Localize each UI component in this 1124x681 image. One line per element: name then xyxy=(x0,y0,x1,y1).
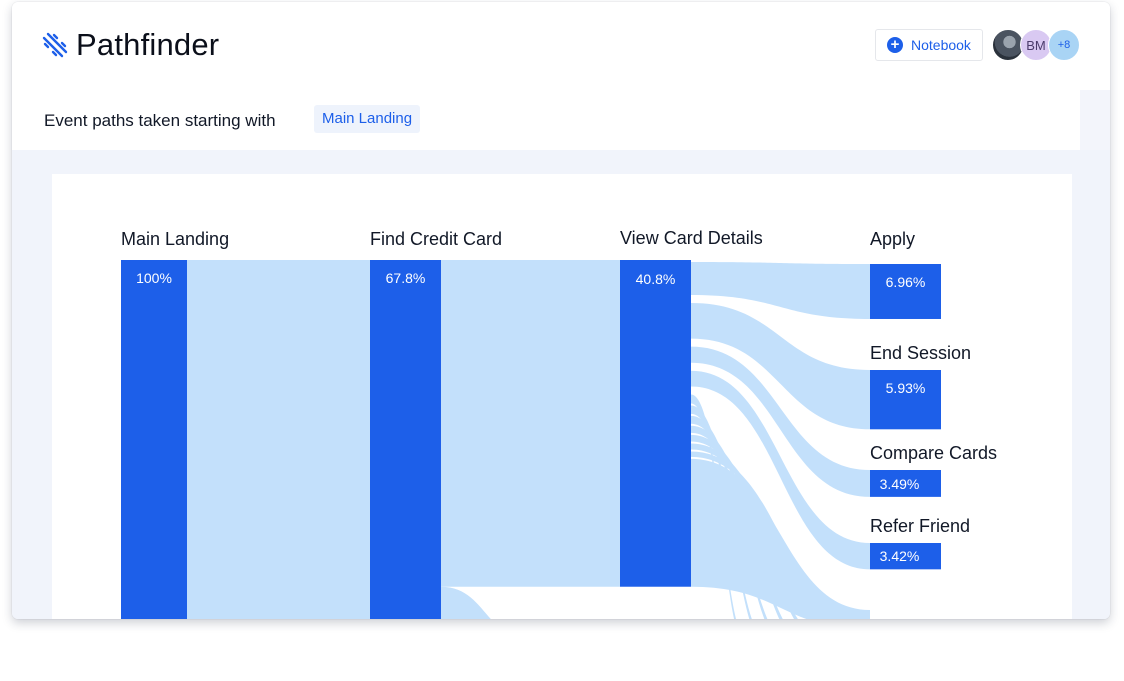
query-subtitle: Event paths taken starting with xyxy=(44,111,276,130)
outcome-pct-refer-friend: 3.42% xyxy=(879,548,920,564)
outcome-title-refer-friend: Refer Friend xyxy=(870,516,971,536)
sankey-panel: Main Landing Find Credit Card View Card … xyxy=(52,174,1072,619)
step-pct-find-credit-card: 67.8% xyxy=(385,270,426,286)
flow-find-dropoff[interactable] xyxy=(441,586,530,619)
step-title-find-credit-card: Find Credit Card xyxy=(370,229,503,249)
header-edge xyxy=(1080,90,1110,150)
pathfinder-logo-icon xyxy=(42,32,68,58)
notebook-button-label: Notebook xyxy=(911,37,971,53)
outcome-node[interactable] xyxy=(870,370,941,430)
step-pct-main-landing: 100% xyxy=(136,270,172,286)
outcome-title-end-session: End Session xyxy=(870,343,972,363)
step-title-main-landing: Main Landing xyxy=(121,229,230,249)
outcome-pct-apply: 6.96% xyxy=(885,274,926,290)
step-node[interactable] xyxy=(620,260,691,587)
notebook-button[interactable]: + Notebook xyxy=(875,29,983,61)
avatar-more-count[interactable]: +8 xyxy=(1048,29,1080,61)
outcome-title-compare-cards: Compare Cards xyxy=(870,443,998,463)
plus-circle-icon: + xyxy=(887,37,903,53)
flow-find-to-view[interactable] xyxy=(441,260,620,587)
step-node[interactable] xyxy=(121,260,187,619)
step-node[interactable] xyxy=(370,260,441,619)
outcome-node[interactable] xyxy=(870,264,941,319)
outcome-pct-compare-cards: 3.49% xyxy=(879,476,920,492)
app-title: Pathfinder xyxy=(76,27,220,62)
header: Pathfinder + Notebook BM +8 Event paths … xyxy=(12,2,1110,150)
step-pct-view-card-details: 40.8% xyxy=(635,271,676,287)
outcome-title-apply: Apply xyxy=(870,229,916,249)
start-event-chip[interactable]: Main Landing xyxy=(314,105,421,133)
pathfinder-card: Pathfinder + Notebook BM +8 Event paths … xyxy=(12,2,1110,619)
outcome-pct-end-session: 5.93% xyxy=(885,380,926,396)
step-title-view-card-details: View Card Details xyxy=(620,228,763,248)
flow-main-to-find[interactable] xyxy=(187,260,370,619)
